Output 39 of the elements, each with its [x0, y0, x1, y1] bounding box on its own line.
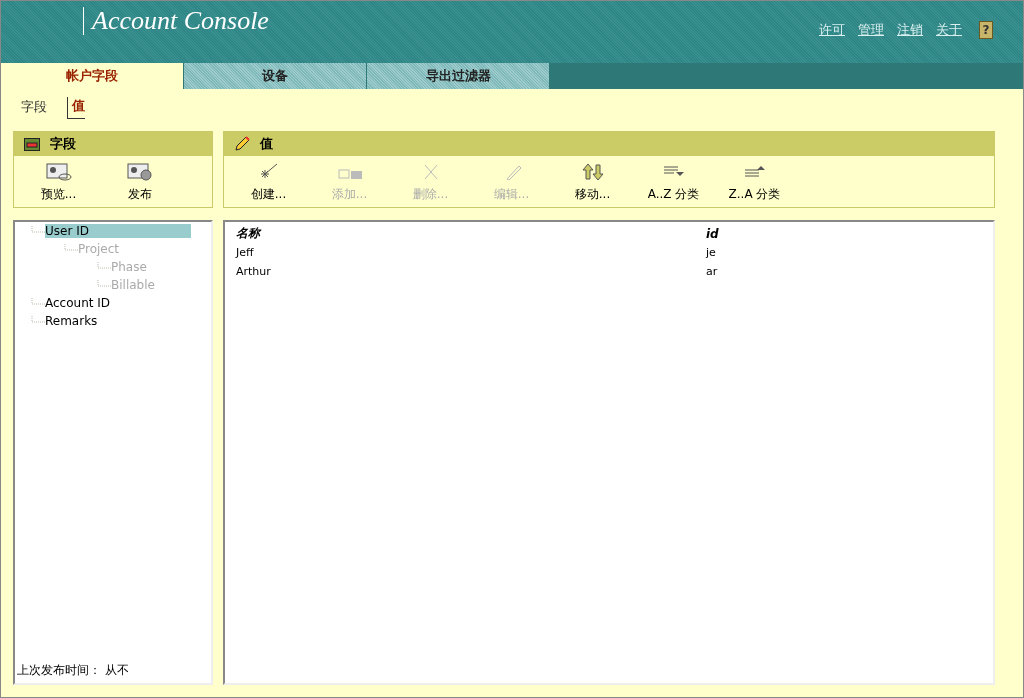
column-header: id	[705, 225, 720, 243]
toolbar-button[interactable]: 预览...	[18, 162, 99, 203]
toolbar-button[interactable]: Z..A 分类	[714, 162, 795, 203]
header-link[interactable]: 许可	[819, 21, 845, 39]
tab[interactable]: 帐户字段	[1, 63, 183, 89]
help-button[interactable]: ?	[979, 21, 993, 39]
table-cell-text: je	[705, 245, 717, 261]
id-card-eye-icon	[44, 162, 73, 182]
tree-item[interactable]: Account ID	[45, 296, 114, 310]
tree-connector-icon	[31, 226, 45, 236]
tree-item[interactable]: Remarks	[45, 314, 101, 328]
header-link[interactable]: 关于	[936, 21, 962, 39]
tree-item[interactable]: User ID	[45, 224, 191, 238]
panel-title: 值	[260, 135, 273, 153]
toolbar-button[interactable]: 发布	[99, 162, 180, 203]
sub-tab[interactable]: 字段	[17, 98, 47, 119]
card-box-icon	[24, 137, 40, 151]
app-title: Account Console	[83, 7, 269, 35]
toolbar-button[interactable]: A..Z 分类	[633, 162, 714, 203]
pencil-icon	[234, 136, 250, 152]
tree-connector-icon	[31, 298, 45, 308]
toolbar-button[interactable]: 移动...	[552, 162, 633, 203]
tab[interactable]: 导出过滤器	[367, 63, 549, 89]
panel-title: 字段	[50, 135, 76, 153]
tree-connector-icon	[97, 280, 111, 290]
header-link[interactable]: 管理	[858, 21, 884, 39]
tree-connector-icon	[64, 244, 78, 254]
sub-tab[interactable]: 值	[67, 97, 85, 119]
column-header: 名称	[235, 225, 263, 242]
table-cell-text: Arthur	[235, 264, 272, 280]
tree-connector-icon	[97, 262, 111, 272]
toolbar-button[interactable]: 创建...	[228, 162, 309, 203]
last-published-text: 上次发布时间： 从不	[17, 662, 129, 679]
id-card-globe-icon	[125, 162, 154, 182]
tab[interactable]: 设备	[184, 63, 366, 89]
header-link[interactable]: 注销	[897, 21, 923, 39]
table-cell-text: ar	[705, 264, 719, 280]
table-cell: Jeff	[235, 243, 705, 262]
tree-connector-icon	[31, 316, 45, 326]
